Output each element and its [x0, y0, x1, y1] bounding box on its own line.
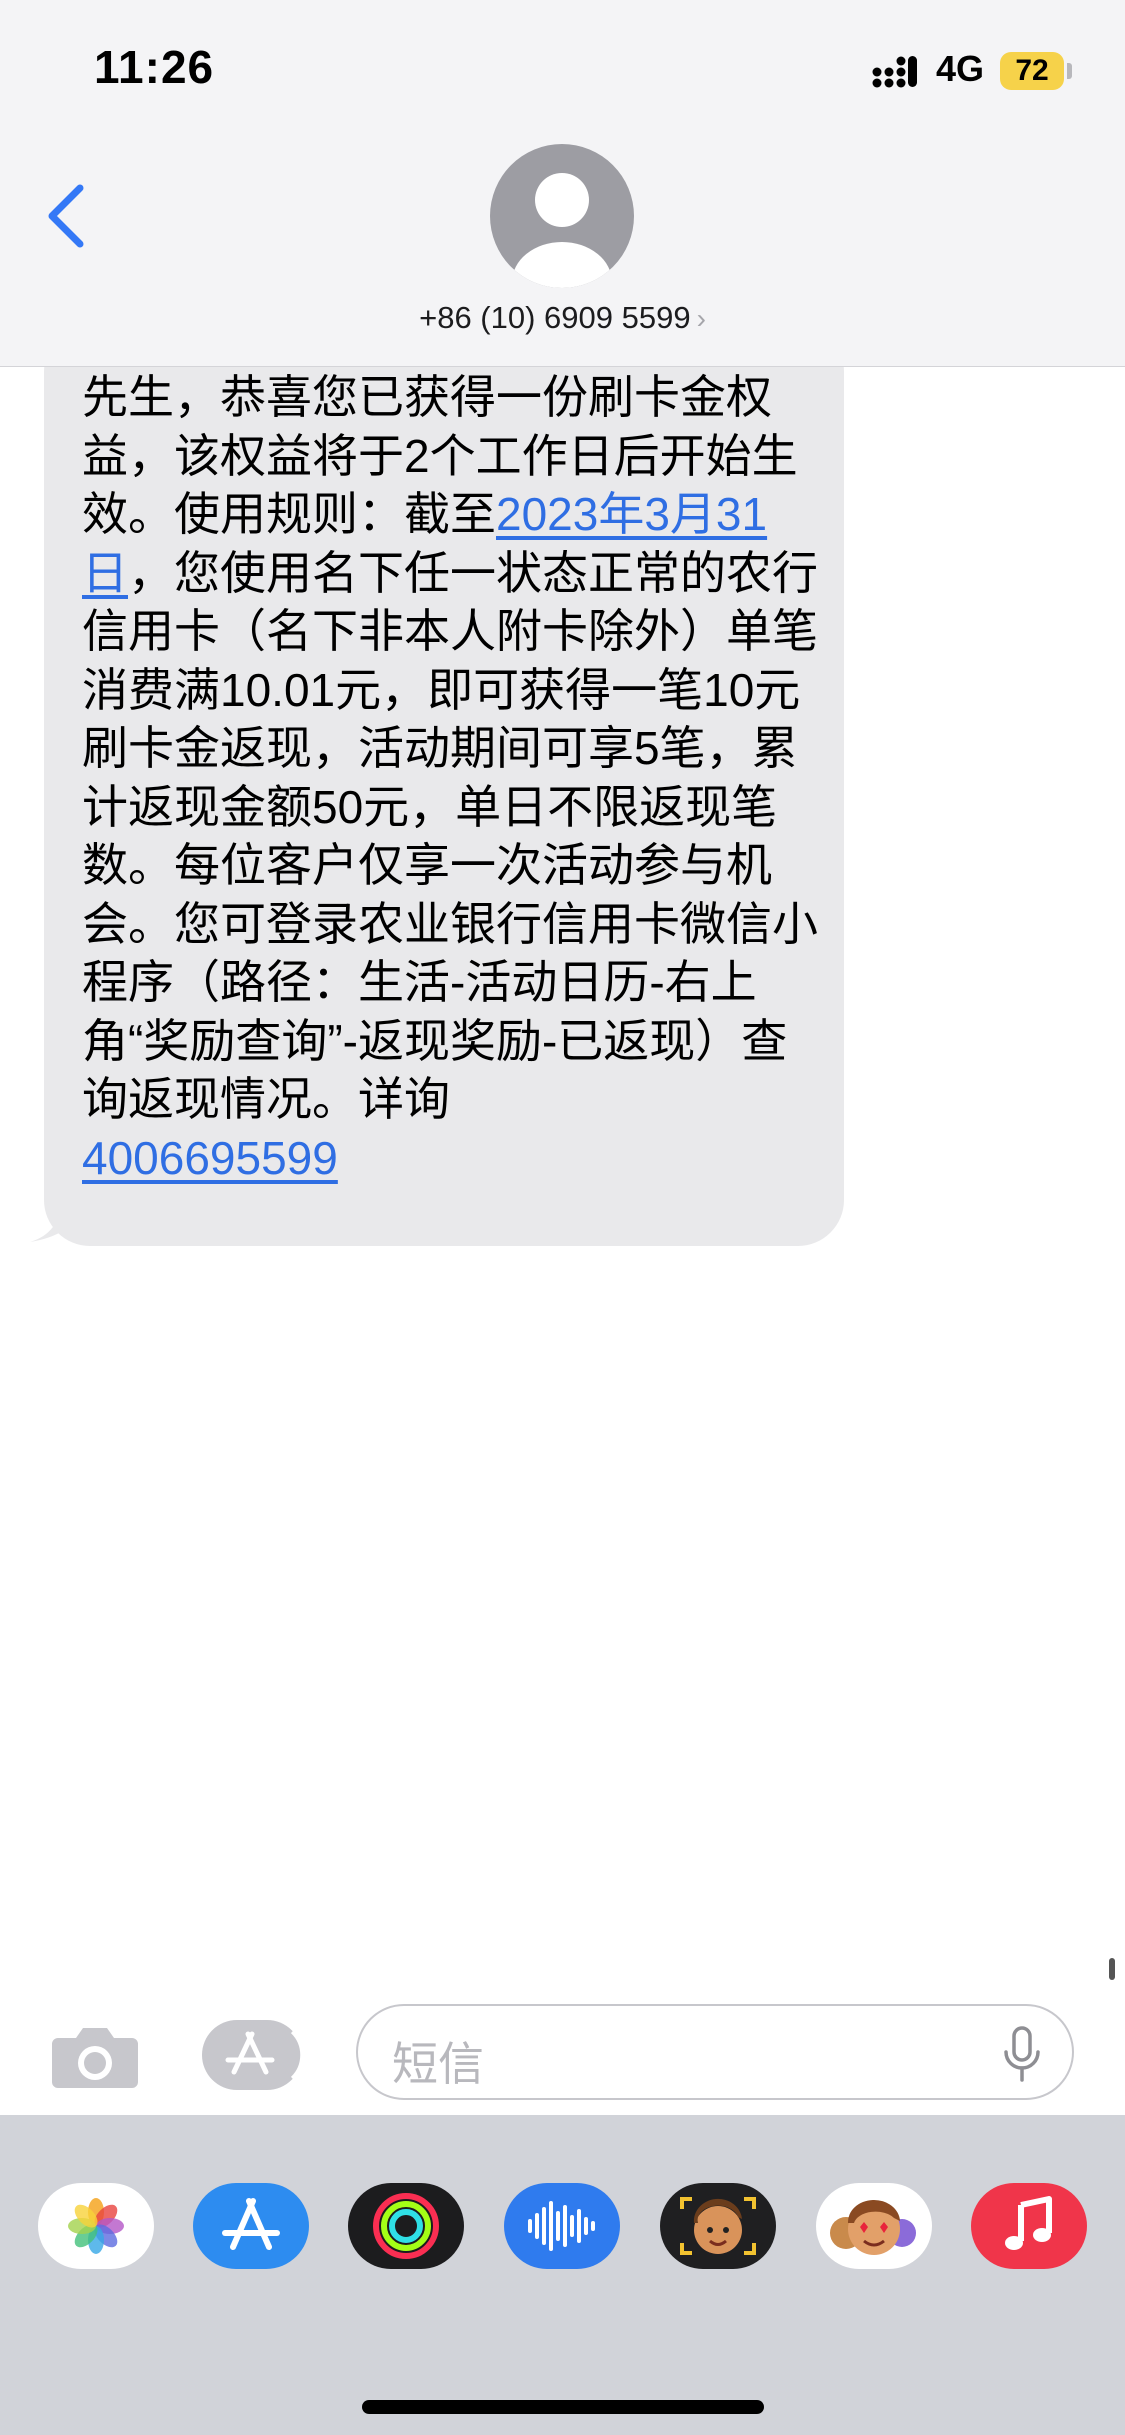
message-list[interactable]: 先生，恭喜您已获得一份刷卡金权益，该权益将于2个工作日后开始生效。使用规则：截至…: [0, 366, 1125, 1276]
status-time: 11:26: [94, 41, 215, 93]
music-icon[interactable]: [971, 2183, 1087, 2269]
memoji-stickers-icon[interactable]: [816, 2183, 932, 2269]
app-store-icon[interactable]: [200, 2020, 308, 2090]
bubble-tail: [30, 1204, 86, 1242]
message-text-part: ，您使用名下任一状态正常的农行信用卡（名下非本人附卡除外）单笔消费满10.01元…: [82, 546, 818, 1126]
contact-name[interactable]: +86 (10) 6909 5599 ›: [0, 300, 1125, 336]
contact-number: +86 (10) 6909 5599: [419, 300, 691, 335]
app-drawer: [0, 2115, 1125, 2435]
battery-tip: [1067, 63, 1072, 79]
network-type: 4G: [936, 48, 985, 89]
scroll-indicator[interactable]: [1109, 1958, 1115, 1980]
phone-link[interactable]: 4006695599: [82, 1132, 338, 1184]
activity-icon[interactable]: [348, 2183, 464, 2269]
camera-icon[interactable]: [50, 2020, 140, 2090]
audio-message-icon[interactable]: [504, 2183, 620, 2269]
battery-indicator: 72: [1000, 52, 1064, 90]
message-text: 先生，恭喜您已获得一份刷卡金权益，该权益将于2个工作日后开始生效。使用规则：截至…: [82, 368, 826, 1187]
memoji-icon[interactable]: [660, 2183, 776, 2269]
photos-icon[interactable]: [38, 2183, 154, 2269]
input-placeholder: 短信: [392, 2038, 484, 2090]
contact-avatar[interactable]: [490, 144, 634, 288]
microphone-icon[interactable]: [1002, 2026, 1042, 2084]
chevron-right-icon: ›: [696, 303, 706, 334]
message-input[interactable]: 短信: [356, 2004, 1074, 2100]
chevron-left-icon[interactable]: [44, 182, 88, 250]
home-indicator[interactable]: [362, 2400, 764, 2414]
conversation-header: 11:26 4G 72 +86 (10) 6909 5599 ›: [0, 0, 1125, 367]
cellular-signal-icon: [872, 56, 917, 88]
app-store-icon[interactable]: [193, 2183, 309, 2269]
